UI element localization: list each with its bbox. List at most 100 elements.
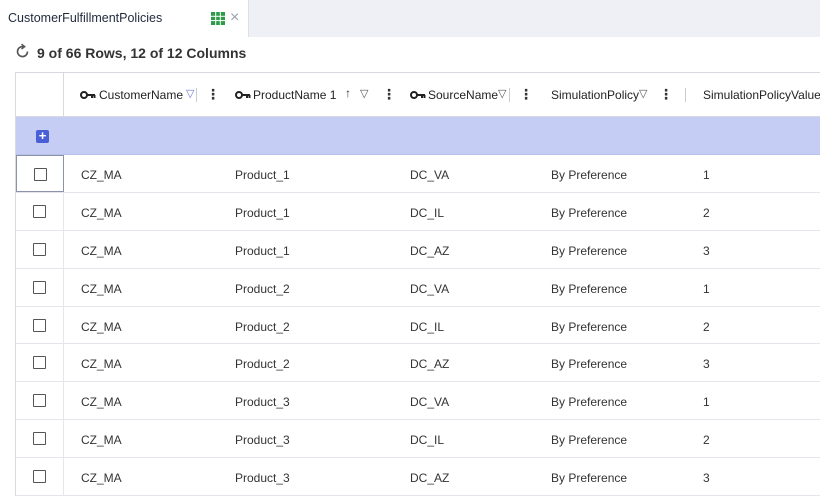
table-cell[interactable]: DC_AZ	[410, 357, 449, 371]
table-cell[interactable]: Product_2	[235, 357, 290, 371]
column-menu-icon[interactable]: ⋮	[206, 86, 220, 103]
table-cell[interactable]: Product_2	[235, 282, 290, 296]
row-checkbox[interactable]	[33, 204, 46, 218]
table-cell[interactable]: CZ_MA	[81, 168, 122, 182]
column-menu-icon[interactable]: ⋮	[519, 86, 533, 103]
table-cell[interactable]: 3	[703, 244, 710, 258]
table-cell[interactable]: CZ_MA	[81, 244, 122, 258]
column-menu-icon[interactable]: ⋮	[659, 86, 673, 103]
filter-icon[interactable]: ▽	[360, 87, 368, 100]
table-cell[interactable]: DC_IL	[410, 320, 444, 334]
table-cell[interactable]: CZ_MA	[81, 206, 122, 220]
column-separator	[196, 88, 197, 102]
table-cell[interactable]: Product_1	[235, 206, 290, 220]
table-cell[interactable]: By Preference	[551, 168, 627, 182]
table-cell[interactable]: By Preference	[551, 357, 627, 371]
table-row[interactable]: CZ_MA Product_2 DC_VA By Preference 1	[16, 268, 820, 307]
table-cell[interactable]: 2	[703, 206, 710, 220]
table-cell[interactable]: Product_3	[235, 433, 290, 447]
row-checkbox[interactable]	[33, 394, 46, 408]
spreadsheet-icon	[211, 12, 225, 25]
column-header-customername[interactable]: CustomerName ▽ ⋮	[64, 73, 220, 117]
table-cell[interactable]: Product_3	[235, 471, 290, 485]
table-cell[interactable]: CZ_MA	[81, 357, 122, 371]
column-header-simulationpolicy[interactable]: SimulationPolicy ▽ ⋮	[535, 73, 687, 117]
table-cell[interactable]: 3	[703, 471, 710, 485]
table-cell[interactable]: CZ_MA	[81, 433, 122, 447]
row-select-cell[interactable]	[16, 420, 64, 458]
row-checkbox[interactable]	[34, 168, 47, 181]
column-header-simulationpolicyvalue[interactable]: SimulationPolicyValue	[687, 73, 820, 117]
column-header-sourcename[interactable]: SourceName ▽ ⋮	[394, 73, 535, 117]
filter-icon[interactable]: ▽	[498, 87, 506, 100]
sort-ascending-icon[interactable]: ↑	[345, 86, 351, 100]
row-select-cell[interactable]	[16, 344, 64, 382]
table-row[interactable]: CZ_MA Product_3 DC_AZ By Preference 3	[16, 458, 820, 496]
row-checkbox[interactable]	[33, 470, 46, 484]
table-row[interactable]: CZ_MA Product_3 DC_IL By Preference 2	[16, 420, 820, 459]
table-cell[interactable]: 2	[703, 320, 710, 334]
table-cell[interactable]: DC_AZ	[410, 244, 449, 258]
table-cell[interactable]: DC_VA	[410, 395, 449, 409]
table-cell[interactable]: DC_VA	[410, 168, 449, 182]
table-cell[interactable]: Product_1	[235, 168, 290, 182]
data-grid: CustomerName ▽ ⋮ ProductName 1 ↑ ▽ ⋮ Sou…	[15, 72, 820, 496]
key-icon	[235, 91, 251, 99]
table-cell[interactable]: DC_IL	[410, 206, 444, 220]
table-cell[interactable]: By Preference	[551, 244, 627, 258]
close-icon[interactable]: ×	[230, 9, 239, 27]
table-cell[interactable]: 1	[703, 168, 710, 182]
table-cell[interactable]: CZ_MA	[81, 471, 122, 485]
table-cell[interactable]: CZ_MA	[81, 282, 122, 296]
table-cell[interactable]: By Preference	[551, 282, 627, 296]
table-cell[interactable]: 1	[703, 395, 710, 409]
table-cell[interactable]: 3	[703, 357, 710, 371]
table-cell[interactable]: By Preference	[551, 320, 627, 334]
table-cell[interactable]: Product_3	[235, 395, 290, 409]
table-cell[interactable]: DC_IL	[410, 433, 444, 447]
table-cell[interactable]: By Preference	[551, 471, 627, 485]
row-select-cell[interactable]	[16, 155, 64, 192]
table-row[interactable]: CZ_MA Product_2 DC_IL By Preference 2	[16, 306, 820, 345]
column-label: SimulationPolicyValue	[703, 88, 820, 102]
table-row[interactable]: CZ_MA Product_3 DC_VA By Preference 1	[16, 382, 820, 421]
table-cell[interactable]: 1	[703, 282, 710, 296]
table-cell[interactable]: Product_1	[235, 244, 290, 258]
tab-customer-fulfillment-policies[interactable]: CustomerFulfillmentPolicies ×	[0, 0, 249, 37]
table-row[interactable]: CZ_MA Product_1 DC_VA By Preference 1	[16, 155, 820, 193]
row-checkbox[interactable]	[33, 356, 46, 370]
table-cell[interactable]: DC_AZ	[410, 471, 449, 485]
table-cell[interactable]: By Preference	[551, 395, 627, 409]
table-cell[interactable]: By Preference	[551, 206, 627, 220]
row-checkbox[interactable]	[33, 432, 46, 446]
column-separator	[685, 88, 686, 102]
table-cell[interactable]: By Preference	[551, 433, 627, 447]
row-select-cell[interactable]	[16, 382, 64, 420]
table-cell[interactable]: 2	[703, 433, 710, 447]
refresh-icon[interactable]	[14, 43, 31, 60]
row-select-cell[interactable]	[16, 268, 64, 306]
add-row-button[interactable]: +	[36, 129, 49, 143]
row-checkbox[interactable]	[33, 280, 46, 294]
table-cell[interactable]: CZ_MA	[81, 320, 122, 334]
column-label: SourceName	[428, 88, 499, 102]
table-row[interactable]: CZ_MA Product_1 DC_AZ By Preference 3	[16, 230, 820, 269]
row-select-cell[interactable]	[16, 192, 64, 230]
row-checkbox[interactable]	[33, 242, 46, 256]
column-header-productname[interactable]: ProductName 1 ↑ ▽ ⋮	[219, 73, 396, 117]
filter-icon[interactable]: ▽	[186, 87, 194, 100]
table-cell[interactable]: Product_2	[235, 320, 290, 334]
table-row[interactable]: CZ_MA Product_2 DC_AZ By Preference 3	[16, 344, 820, 383]
table-cell[interactable]: CZ_MA	[81, 395, 122, 409]
column-separator	[509, 88, 510, 102]
row-select-cell[interactable]	[16, 458, 64, 496]
row-select-cell[interactable]	[16, 230, 64, 268]
row-select-cell[interactable]	[16, 306, 64, 344]
select-all-header[interactable]	[16, 73, 64, 117]
table-cell[interactable]: DC_VA	[410, 282, 449, 296]
row-checkbox[interactable]	[33, 318, 46, 332]
table-row[interactable]: CZ_MA Product_1 DC_IL By Preference 2	[16, 192, 820, 231]
filter-icon[interactable]: ▽	[639, 87, 647, 100]
column-label: CustomerName	[99, 88, 184, 102]
grid-body: CZ_MA Product_1 DC_VA By Preference 1 CZ_MA Pr…	[16, 155, 820, 496]
